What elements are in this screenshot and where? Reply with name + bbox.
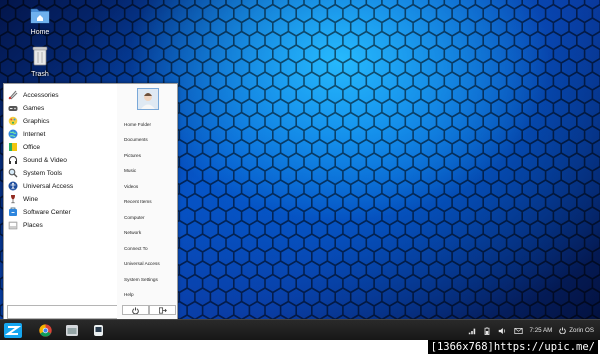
- menu-category-label: Office: [23, 143, 41, 151]
- menu-places-panel: Home Folder Documents Pictures Music Vid…: [117, 84, 177, 320]
- menu-category-system-tools[interactable]: System Tools: [8, 167, 62, 179]
- software-center-icon: [8, 207, 18, 217]
- desktop-icon-label: Trash: [31, 71, 49, 78]
- desktop[interactable]: Home Trash Accessories Games Graphics In…: [0, 0, 600, 357]
- menu-categories: Accessories Games Graphics Internet Offi…: [4, 84, 122, 320]
- search-icon: [8, 168, 18, 178]
- os-label: Zorin OS: [569, 327, 594, 334]
- shutdown-button[interactable]: [122, 305, 149, 315]
- place-system-settings[interactable]: System Settings: [124, 277, 158, 282]
- power-icon: [132, 306, 139, 314]
- menu-category-label: Software Center: [23, 208, 71, 216]
- battery-icon[interactable]: [483, 326, 491, 335]
- menu-category-label: Wine: [23, 195, 39, 203]
- files-icon: [66, 325, 78, 336]
- logout-button[interactable]: [149, 305, 176, 315]
- places-folder-icon: [8, 220, 18, 230]
- menu-category-label: Graphics: [23, 117, 50, 125]
- user-avatar[interactable]: [137, 88, 159, 110]
- place-music[interactable]: Music: [124, 168, 136, 173]
- watermark: [1366x768]https://upic.me/: [427, 340, 598, 354]
- place-universal-access[interactable]: Universal Access: [124, 261, 160, 266]
- logout-icon: [158, 306, 167, 314]
- menu-search-input[interactable]: [7, 305, 122, 319]
- headphones-icon: [8, 155, 18, 165]
- place-recent-items[interactable]: Recent Items: [124, 199, 152, 204]
- games-icon: [8, 103, 18, 113]
- menu-category-label: Sound & Video: [23, 156, 67, 164]
- menu-category-sound-video[interactable]: Sound & Video: [8, 154, 67, 166]
- system-menu[interactable]: Zorin OS: [559, 327, 594, 334]
- internet-globe-icon: [8, 129, 18, 139]
- menu-category-graphics[interactable]: Graphics: [8, 115, 49, 127]
- accessibility-icon: [8, 181, 18, 191]
- menu-category-label: Places: [23, 221, 43, 229]
- menu-category-accessories[interactable]: Accessories: [8, 89, 59, 101]
- menu-category-label: Accessories: [23, 91, 59, 99]
- desktop-icon-trash[interactable]: Trash: [10, 46, 70, 78]
- taskbar: 7:25 AM Zorin OS: [0, 319, 600, 341]
- taskbar-app-terminal[interactable]: [88, 322, 108, 339]
- taskbar-app-chrome[interactable]: [35, 322, 55, 339]
- zorin-menu-button[interactable]: [2, 322, 24, 339]
- taskbar-app-files[interactable]: [62, 322, 82, 339]
- menu-category-label: Games: [23, 104, 45, 112]
- menu-category-label: System Tools: [23, 169, 63, 177]
- menu-category-wine[interactable]: Wine: [8, 193, 38, 205]
- trash-icon: [10, 46, 70, 68]
- menu-category-places[interactable]: Places: [8, 219, 43, 231]
- desktop-icon-label: Home: [30, 29, 50, 36]
- home-folder-icon: [10, 6, 70, 26]
- place-connect-to[interactable]: Connect To: [124, 246, 148, 251]
- place-help[interactable]: Help: [124, 292, 134, 297]
- place-pictures[interactable]: Pictures: [124, 153, 141, 158]
- office-icon: [8, 142, 18, 152]
- avatar-icon: [141, 93, 155, 109]
- wine-glass-icon: [8, 194, 18, 204]
- menu-category-office[interactable]: Office: [8, 141, 40, 153]
- chrome-icon: [38, 324, 52, 337]
- system-tray: 7:25 AM Zorin OS: [468, 320, 594, 341]
- place-network[interactable]: Network: [124, 230, 141, 235]
- place-computer[interactable]: Computer: [124, 215, 145, 220]
- volume-icon[interactable]: [498, 327, 507, 335]
- place-documents[interactable]: Documents: [124, 137, 148, 142]
- power-icon: [559, 327, 566, 334]
- messages-icon[interactable]: [513, 327, 523, 335]
- terminal-icon: [93, 325, 103, 336]
- menu-category-label: Internet: [23, 130, 46, 138]
- menu-category-label: Universal Access: [23, 182, 74, 190]
- menu-category-software-center[interactable]: Software Center: [8, 206, 71, 218]
- start-menu: Accessories Games Graphics Internet Offi…: [3, 83, 178, 321]
- clock[interactable]: 7:25 AM: [530, 327, 553, 334]
- accessories-icon: [8, 90, 18, 100]
- menu-category-internet[interactable]: Internet: [8, 128, 45, 140]
- menu-category-games[interactable]: Games: [8, 102, 44, 114]
- place-videos[interactable]: Videos: [124, 184, 138, 189]
- place-home-folder[interactable]: Home Folder: [124, 122, 151, 127]
- menu-category-universal-access[interactable]: Universal Access: [8, 180, 73, 192]
- network-signal-icon[interactable]: [468, 327, 476, 335]
- graphics-icon: [8, 116, 18, 126]
- desktop-icon-home[interactable]: Home: [10, 6, 70, 36]
- zorin-menu-icon: [4, 323, 22, 338]
- power-controls: [122, 305, 176, 315]
